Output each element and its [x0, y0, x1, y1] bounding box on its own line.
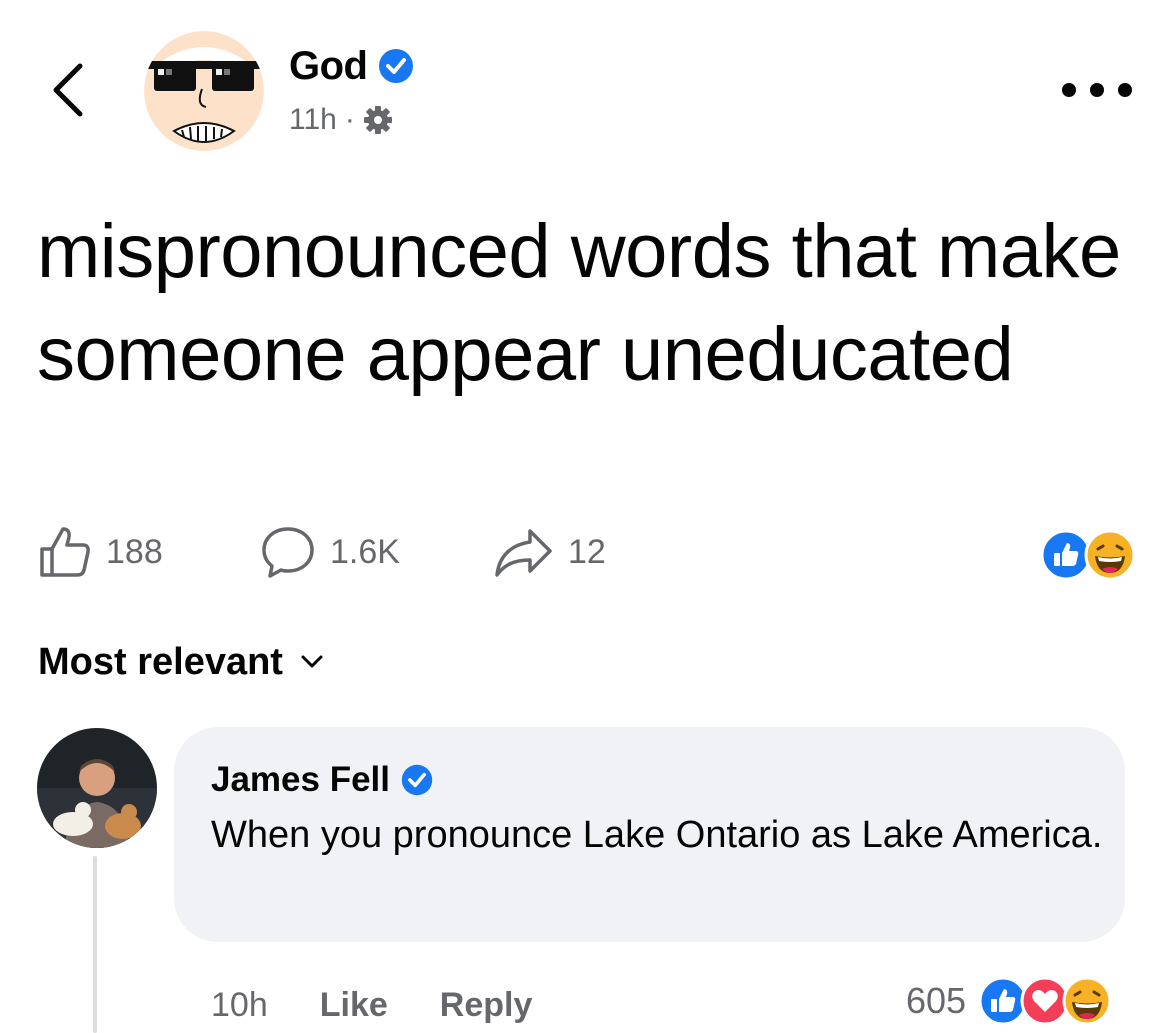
- like-reaction-icon: [1040, 529, 1092, 581]
- comment-reaction-count: 605: [906, 980, 967, 1021]
- share-button[interactable]: 12: [492, 522, 606, 582]
- verified-badge-icon: [401, 764, 433, 796]
- post-author-row: God: [289, 40, 415, 92]
- haha-reaction-icon: [1062, 976, 1112, 1026]
- comment-reaction-icons: [978, 976, 1112, 1026]
- dot-icon: [1118, 83, 1132, 97]
- share-icon: [495, 529, 552, 577]
- post-time[interactable]: 11h: [289, 103, 337, 137]
- thumbs-up-icon: [40, 527, 90, 577]
- avatar[interactable]: [144, 31, 264, 151]
- like-count: 188: [106, 532, 163, 571]
- avatar-james-image: [37, 728, 157, 848]
- comment-time[interactable]: 10h: [211, 986, 268, 1025]
- post-author-name[interactable]: God: [289, 44, 368, 89]
- post-meta: 11h ·: [289, 98, 393, 142]
- sort-label: Most relevant: [38, 640, 283, 683]
- comment-text: When you pronounce Lake Ontario as Lake …: [211, 814, 1103, 856]
- haha-reaction-icon: [1084, 529, 1136, 581]
- comment-count: 1.6K: [330, 532, 400, 571]
- comment-like-button[interactable]: Like: [320, 986, 388, 1025]
- comment-reactions[interactable]: 605: [906, 975, 1116, 1027]
- commenter-avatar[interactable]: [37, 728, 157, 848]
- commenter-name[interactable]: James Fell: [211, 760, 390, 800]
- post-reactions[interactable]: [1040, 529, 1140, 581]
- more-options-button[interactable]: [1062, 70, 1132, 110]
- gear-icon[interactable]: [363, 105, 393, 135]
- verified-badge-icon: [379, 49, 414, 83]
- comment-sort-dropdown[interactable]: Most relevant: [38, 636, 325, 688]
- dot-icon: [1062, 83, 1076, 97]
- back-button[interactable]: [44, 58, 94, 122]
- commenter-row: James Fell: [211, 756, 434, 804]
- avatar-god-image: [144, 31, 264, 151]
- comment-footer: 10h Like Reply: [211, 980, 532, 1030]
- reaction-icons: [1040, 529, 1136, 581]
- comment-button[interactable]: 1.6K: [258, 522, 400, 582]
- meta-separator: ·: [344, 103, 355, 136]
- thread-line: [93, 856, 97, 1033]
- dot-icon: [1090, 83, 1104, 97]
- chevron-down-icon: [301, 655, 323, 668]
- comment-icon: [262, 527, 314, 578]
- share-count: 12: [568, 532, 606, 571]
- love-reaction-icon: [1020, 976, 1070, 1026]
- chevron-left-icon: [53, 63, 83, 117]
- comment-reply-button[interactable]: Reply: [440, 986, 533, 1025]
- like-button[interactable]: 188: [36, 522, 163, 582]
- post-text: mispronounced words that make someone ap…: [37, 209, 1121, 397]
- like-reaction-icon: [978, 976, 1028, 1026]
